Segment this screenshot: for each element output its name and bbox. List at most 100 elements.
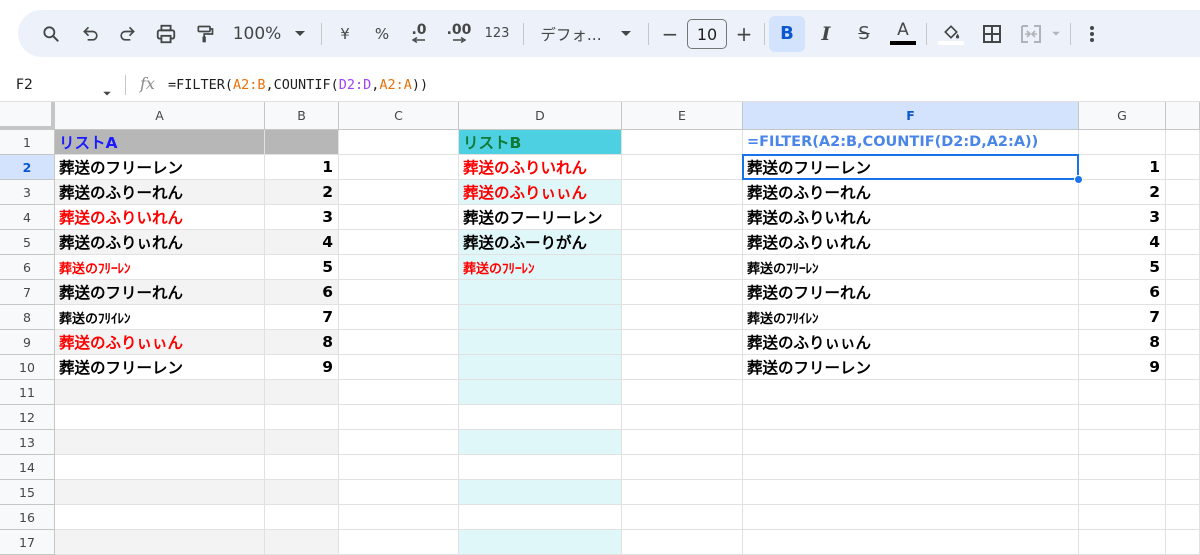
- cell[interactable]: [55, 530, 265, 555]
- cell[interactable]: [265, 480, 339, 505]
- column-header-f[interactable]: F: [743, 102, 1079, 130]
- result-number[interactable]: 4: [1079, 230, 1166, 255]
- row-header-1[interactable]: 1: [0, 130, 55, 155]
- cell[interactable]: [1166, 255, 1200, 280]
- cell[interactable]: [459, 280, 622, 305]
- cell[interactable]: [1166, 480, 1200, 505]
- result-number[interactable]: 9: [1079, 355, 1166, 380]
- select-all-corner[interactable]: [0, 102, 55, 130]
- cell[interactable]: [339, 255, 459, 280]
- list-a-header-fill[interactable]: [265, 130, 339, 155]
- cell[interactable]: [1166, 130, 1200, 155]
- cell[interactable]: [622, 380, 743, 405]
- column-header-c[interactable]: C: [339, 102, 459, 130]
- cell[interactable]: [339, 230, 459, 255]
- cell[interactable]: [622, 280, 743, 305]
- cell[interactable]: [743, 455, 1079, 480]
- cell[interactable]: [1166, 530, 1200, 555]
- font-family-dropdown[interactable]: [616, 10, 636, 57]
- cell[interactable]: [1166, 280, 1200, 305]
- cell[interactable]: [459, 405, 622, 430]
- cell[interactable]: [1079, 405, 1166, 430]
- result-number[interactable]: 7: [1079, 305, 1166, 330]
- cell[interactable]: [1079, 480, 1166, 505]
- decrease-font-size-button[interactable]: −: [658, 10, 682, 57]
- undo-button[interactable]: [76, 10, 106, 57]
- cell[interactable]: [459, 455, 622, 480]
- cell[interactable]: [1079, 505, 1166, 530]
- cell[interactable]: [1079, 130, 1166, 155]
- list-b-name[interactable]: 葬送のふりいれん: [459, 155, 622, 180]
- increase-font-size-button[interactable]: +: [732, 10, 756, 57]
- cell[interactable]: [339, 480, 459, 505]
- currency-format-button[interactable]: ¥: [333, 10, 357, 57]
- cell[interactable]: [622, 155, 743, 180]
- cell[interactable]: [265, 430, 339, 455]
- cell[interactable]: [339, 505, 459, 530]
- italic-button[interactable]: I: [812, 10, 840, 57]
- row-header-2[interactable]: 2: [0, 155, 55, 180]
- cell[interactable]: [459, 355, 622, 380]
- cell[interactable]: [622, 330, 743, 355]
- cell[interactable]: [1166, 505, 1200, 530]
- decrease-decimal-button[interactable]: .0: [404, 10, 434, 57]
- list-a-name[interactable]: 葬送のふりーれん: [55, 180, 265, 205]
- result-name[interactable]: 葬送のふりぃれん: [743, 230, 1079, 255]
- column-header-h[interactable]: [1166, 102, 1200, 130]
- result-number[interactable]: 6: [1079, 280, 1166, 305]
- list-a-name[interactable]: 葬送のふりいれん: [55, 205, 265, 230]
- cell[interactable]: [55, 455, 265, 480]
- cell[interactable]: [1079, 430, 1166, 455]
- cell[interactable]: [339, 205, 459, 230]
- search-button[interactable]: [36, 10, 66, 57]
- fill-handle[interactable]: [1074, 175, 1083, 184]
- cell[interactable]: [743, 530, 1079, 555]
- list-a-name[interactable]: 葬送のフリーレン: [55, 355, 265, 380]
- row-header-5[interactable]: 5: [0, 230, 55, 255]
- cell[interactable]: [1166, 330, 1200, 355]
- number-format-button[interactable]: 123: [482, 10, 512, 57]
- list-a-number[interactable]: 3: [265, 205, 339, 230]
- cell[interactable]: [622, 130, 743, 155]
- cell[interactable]: [459, 330, 622, 355]
- cell[interactable]: [55, 505, 265, 530]
- cell[interactable]: [1166, 380, 1200, 405]
- cell[interactable]: [339, 405, 459, 430]
- cell[interactable]: [339, 130, 459, 155]
- list-a-number[interactable]: 4: [265, 230, 339, 255]
- cell[interactable]: [265, 530, 339, 555]
- cell[interactable]: [743, 380, 1079, 405]
- strikethrough-button[interactable]: S: [850, 10, 878, 57]
- result-name[interactable]: 葬送のﾌﾘｲﾚﾝ: [743, 305, 1079, 330]
- cell[interactable]: [55, 380, 265, 405]
- cell[interactable]: [622, 530, 743, 555]
- percent-format-button[interactable]: %: [370, 10, 394, 57]
- cell[interactable]: [1079, 380, 1166, 405]
- cell[interactable]: [459, 430, 622, 455]
- result-number[interactable]: 1: [1079, 155, 1166, 180]
- result-name[interactable]: 葬送のフリーれん: [743, 280, 1079, 305]
- list-a-number[interactable]: 8: [265, 330, 339, 355]
- cell[interactable]: [743, 405, 1079, 430]
- result-name[interactable]: 葬送のふりいれん: [743, 205, 1079, 230]
- name-box-dropdown[interactable]: [102, 82, 112, 101]
- row-header-16[interactable]: 16: [0, 505, 55, 530]
- cell[interactable]: [622, 455, 743, 480]
- cell[interactable]: [622, 305, 743, 330]
- list-a-number[interactable]: 6: [265, 280, 339, 305]
- cell[interactable]: [339, 280, 459, 305]
- row-header-8[interactable]: 8: [0, 305, 55, 330]
- more-options-button[interactable]: [1080, 10, 1104, 57]
- font-size-input[interactable]: 10: [687, 19, 727, 49]
- list-a-number[interactable]: 2: [265, 180, 339, 205]
- row-header-4[interactable]: 4: [0, 205, 55, 230]
- cell[interactable]: [265, 505, 339, 530]
- cell[interactable]: [265, 380, 339, 405]
- cell[interactable]: [622, 180, 743, 205]
- row-header-3[interactable]: 3: [0, 180, 55, 205]
- name-box[interactable]: F2: [16, 77, 33, 93]
- result-name[interactable]: 葬送のふりぃぃん: [743, 330, 1079, 355]
- column-header-a[interactable]: A: [55, 102, 265, 130]
- fill-color-button[interactable]: [936, 10, 966, 57]
- column-header-e[interactable]: E: [622, 102, 743, 130]
